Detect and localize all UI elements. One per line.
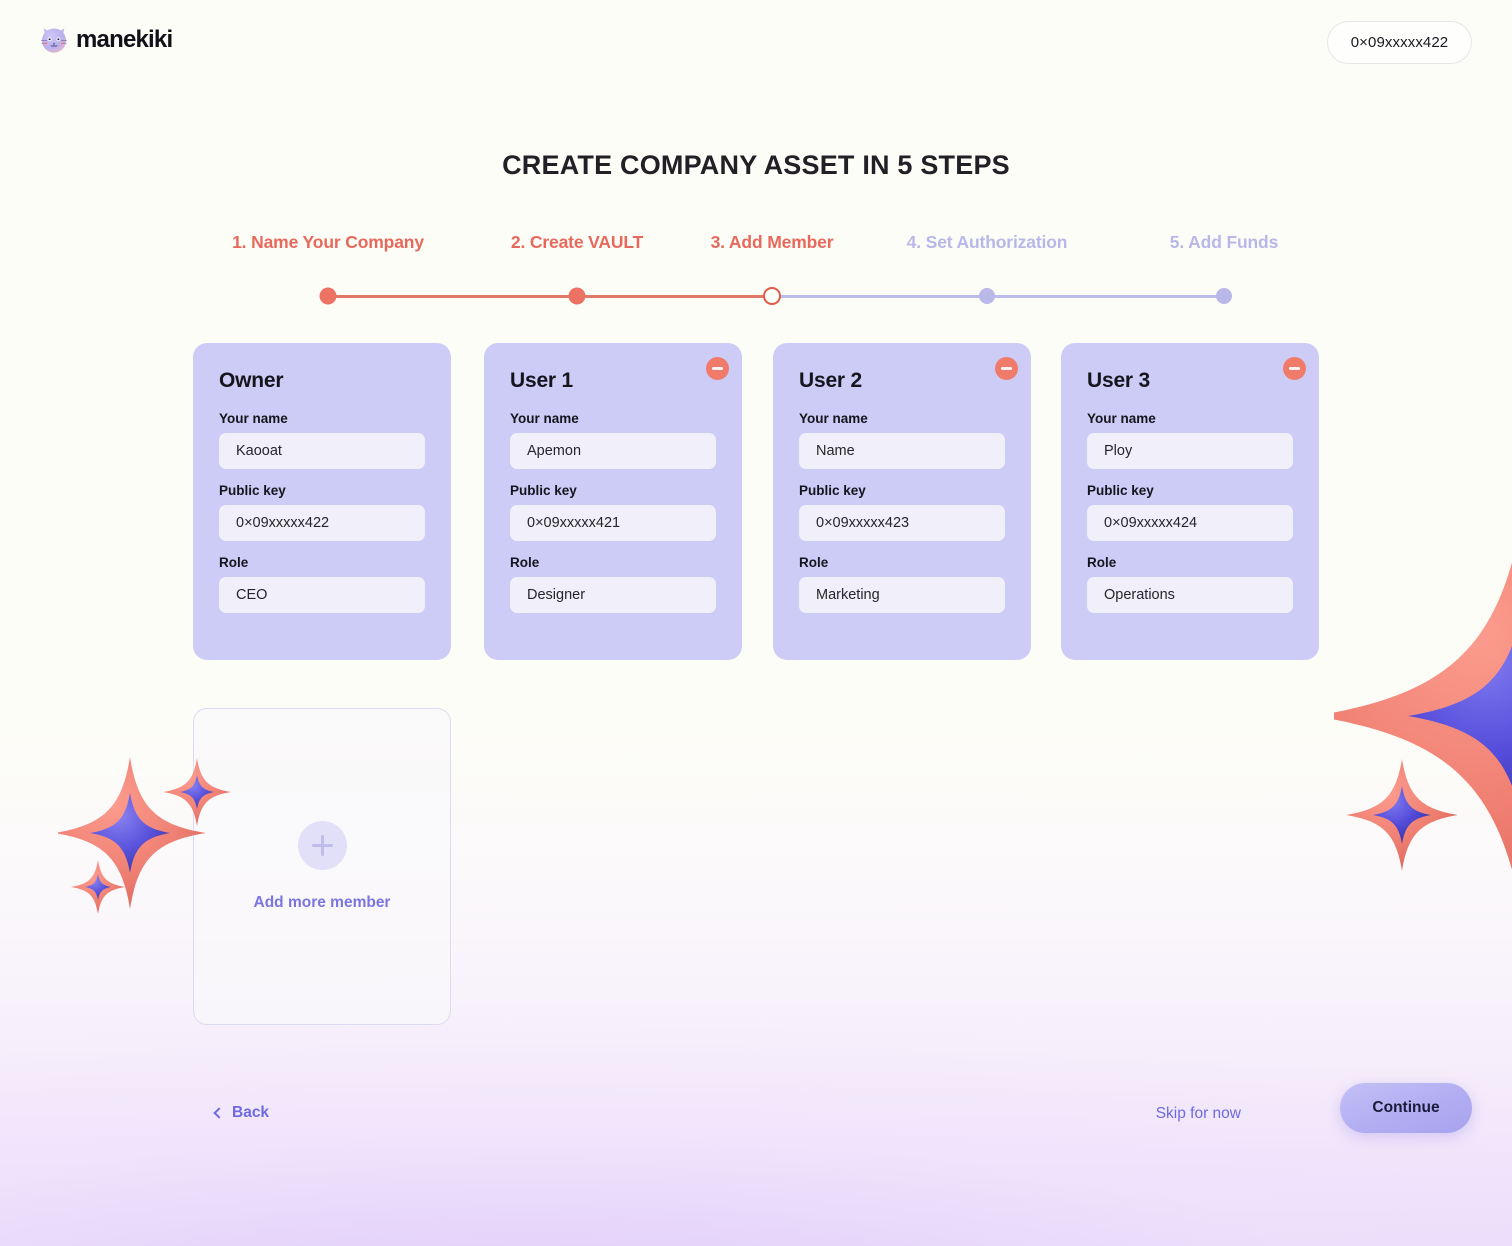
stepper-node-1[interactable] bbox=[319, 287, 337, 305]
back-button[interactable]: Back bbox=[213, 1104, 270, 1122]
role-input[interactable]: Marketing bbox=[799, 577, 1005, 613]
skip-for-now-button[interactable]: Skip for now bbox=[1156, 1105, 1241, 1123]
member-card-title: User 1 bbox=[510, 369, 574, 392]
stepper-segment-1-2 bbox=[328, 294, 577, 298]
app-header: manekiki 0×09xxxxx422 bbox=[0, 0, 1512, 88]
role-input[interactable]: CEO bbox=[219, 577, 425, 613]
brand-logo[interactable]: manekiki bbox=[38, 24, 173, 56]
public-key-input[interactable]: 0×09xxxxx424 bbox=[1087, 505, 1293, 541]
stepper-node-3[interactable] bbox=[763, 287, 781, 305]
wallet-address-badge[interactable]: 0×09xxxxx422 bbox=[1327, 21, 1472, 64]
add-member-card[interactable]: Add more member bbox=[193, 708, 451, 1025]
role-input[interactable]: Designer bbox=[510, 577, 716, 613]
field-label-name: Your name bbox=[219, 411, 288, 426]
stepper-step-3[interactable]: 3. Add Member bbox=[711, 232, 834, 253]
main-content: CREATE COMPANY ASSET IN 5 STEPS 1. Name … bbox=[0, 0, 1512, 1246]
name-value: Ploy bbox=[1104, 443, 1133, 459]
name-value: Name bbox=[816, 443, 855, 459]
field-label-name: Your name bbox=[510, 411, 579, 426]
member-card-user-3: User 3 Your name Ploy Public key 0×09xxx… bbox=[1061, 343, 1319, 660]
public-key-input[interactable]: 0×09xxxxx422 bbox=[219, 505, 425, 541]
member-card-owner: Owner Your name Kaooat Public key 0×09xx… bbox=[193, 343, 451, 660]
role-input[interactable]: Operations bbox=[1087, 577, 1293, 613]
name-input[interactable]: Kaooat bbox=[219, 433, 425, 469]
member-card-user-1: User 1 Your name Apemon Public key 0×09x… bbox=[484, 343, 742, 660]
stepper-track bbox=[194, 286, 1318, 306]
role-value: CEO bbox=[236, 587, 268, 603]
name-value: Kaooat bbox=[236, 443, 282, 459]
name-input[interactable]: Name bbox=[799, 433, 1005, 469]
field-label-public-key: Public key bbox=[799, 483, 866, 498]
public-key-value: 0×09xxxxx424 bbox=[1104, 515, 1198, 531]
brand-name: manekiki bbox=[76, 26, 173, 53]
public-key-value: 0×09xxxxx421 bbox=[527, 515, 621, 531]
field-label-role: Role bbox=[1087, 555, 1117, 570]
add-member-label: Add more member bbox=[253, 894, 391, 911]
public-key-input[interactable]: 0×09xxxxx421 bbox=[510, 505, 716, 541]
field-label-public-key: Public key bbox=[219, 483, 286, 498]
field-label-public-key: Public key bbox=[1087, 483, 1154, 498]
field-label-role: Role bbox=[799, 555, 829, 570]
role-value: Designer bbox=[527, 587, 586, 603]
stepper-segment-2-3 bbox=[577, 294, 772, 298]
role-value: Marketing bbox=[816, 587, 880, 603]
stepper-node-5[interactable] bbox=[1216, 288, 1232, 304]
minus-circle-icon bbox=[712, 367, 723, 370]
page-title: CREATE COMPANY ASSET IN 5 STEPS bbox=[502, 150, 1010, 180]
remove-member-button[interactable] bbox=[706, 357, 729, 380]
field-label-name: Your name bbox=[1087, 411, 1156, 426]
back-label: Back bbox=[232, 1104, 270, 1121]
cat-face-icon bbox=[41, 28, 67, 53]
name-input[interactable]: Ploy bbox=[1087, 433, 1293, 469]
stepper-node-2[interactable] bbox=[568, 287, 586, 305]
stepper-segment-4-5 bbox=[987, 294, 1224, 298]
public-key-value: 0×09xxxxx423 bbox=[816, 515, 910, 531]
member-card-user-2: User 2 Your name Name Public key 0×09xxx… bbox=[773, 343, 1031, 660]
remove-member-button[interactable] bbox=[1283, 357, 1306, 380]
field-label-name: Your name bbox=[799, 411, 868, 426]
progress-stepper: 1. Name Your Company 2. Create VAULT 3. … bbox=[194, 232, 1318, 305]
chevron-left-icon bbox=[213, 1106, 225, 1119]
plus-icon bbox=[297, 821, 347, 870]
continue-label: Continue bbox=[1372, 1099, 1440, 1116]
stepper-step-1-label: 1. Name Your Company bbox=[232, 232, 424, 252]
stepper-step-2-label: 2. Create VAULT bbox=[510, 232, 644, 252]
remove-member-button[interactable] bbox=[995, 357, 1018, 380]
stepper-step-2[interactable]: 2. Create VAULT bbox=[511, 232, 643, 253]
public-key-value: 0×09xxxxx422 bbox=[236, 515, 330, 531]
stepper-segment-3-4 bbox=[772, 294, 987, 298]
stepper-step-4[interactable]: 4. Set Authorization bbox=[907, 232, 1068, 253]
skip-label: Skip for now bbox=[1155, 1105, 1241, 1122]
role-value: Operations bbox=[1104, 587, 1175, 603]
name-input[interactable]: Apemon bbox=[510, 433, 716, 469]
stepper-step-4-label: 4. Set Authorization bbox=[906, 232, 1068, 252]
member-card-title: User 3 bbox=[1087, 369, 1151, 392]
stepper-node-4[interactable] bbox=[979, 288, 995, 304]
wallet-address-text: 0×09xxxxx422 bbox=[1350, 34, 1449, 51]
member-card-title: User 2 bbox=[799, 369, 863, 392]
stepper-step-5-label: 5. Add Funds bbox=[1169, 232, 1279, 252]
field-label-public-key: Public key bbox=[510, 483, 577, 498]
minus-circle-icon bbox=[1001, 367, 1012, 370]
minus-circle-icon bbox=[1289, 367, 1300, 370]
member-card-title: Owner bbox=[219, 369, 284, 392]
name-value: Apemon bbox=[527, 443, 582, 459]
public-key-input[interactable]: 0×09xxxxx423 bbox=[799, 505, 1005, 541]
stepper-step-3-label: 3. Add Member bbox=[710, 232, 834, 252]
field-label-role: Role bbox=[219, 555, 249, 570]
wizard-footer: Back Skip for now Continue bbox=[0, 1083, 1512, 1165]
field-label-role: Role bbox=[510, 555, 540, 570]
continue-button[interactable]: Continue bbox=[1340, 1083, 1472, 1133]
member-cards-grid: Owner Your name Kaooat Public key 0×09xx… bbox=[193, 343, 1319, 661]
stepper-step-1[interactable]: 1. Name Your Company bbox=[232, 232, 424, 253]
stepper-step-5[interactable]: 5. Add Funds bbox=[1169, 232, 1279, 253]
